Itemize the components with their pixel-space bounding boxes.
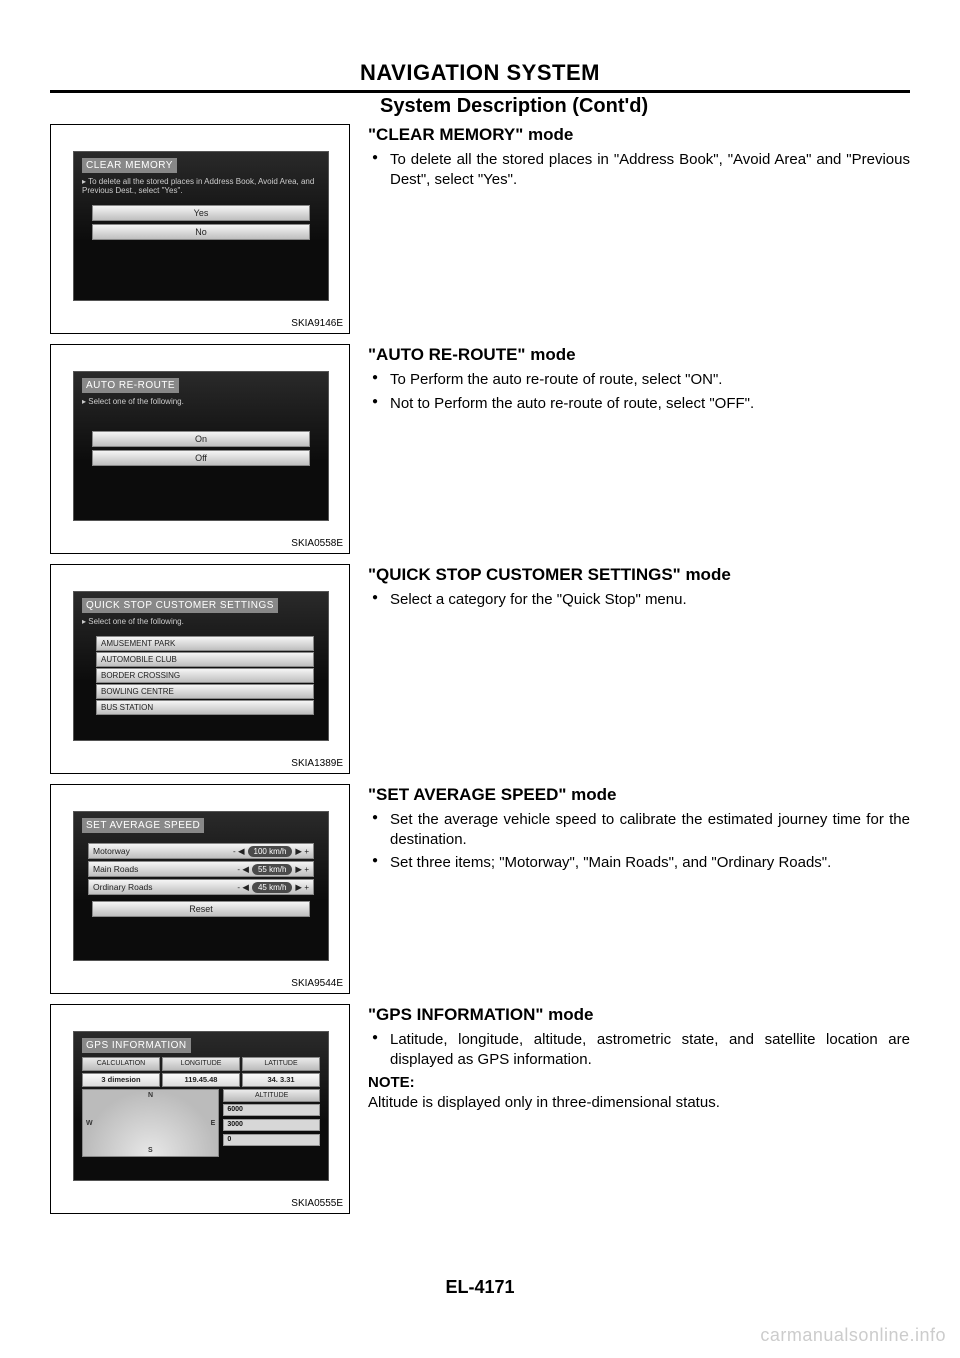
compass-w: W <box>86 1120 93 1127</box>
figure-code: SKIA0555E <box>291 1198 343 1209</box>
list-item[interactable]: AUTOMOBILE CLUB <box>96 652 314 667</box>
gps-value: 34. 3.31 <box>242 1073 320 1087</box>
compass-s: S <box>148 1147 153 1154</box>
content-area: CLEAR MEMORY ▸ To delete all the stored … <box>50 124 910 1224</box>
section-gps-info: "GPS INFORMATION" mode Latitude, longitu… <box>368 1004 910 1224</box>
watermark: carmanualsonline.info <box>760 1325 946 1346</box>
compass-n: N <box>148 1092 153 1099</box>
no-button[interactable]: No <box>92 224 310 240</box>
speed-value: 100 km/h <box>248 846 293 857</box>
screen-clear-memory: CLEAR MEMORY ▸ To delete all the stored … <box>73 151 329 301</box>
speed-row-ordinary[interactable]: Ordinary Roads - ◀45 km/h▶ + <box>88 879 314 895</box>
altitude-panel: ALTITUDE 6000 3000 0 <box>223 1089 320 1157</box>
page-subtitle: System Description (Cont'd) <box>380 95 910 118</box>
bullet-text: To delete all the stored places in "Addr… <box>368 150 910 189</box>
note-text: Altitude is displayed only in three-dime… <box>368 1093 910 1113</box>
section-heading: "SET AVERAGE SPEED" mode <box>368 784 910 806</box>
section-quick-stop: "QUICK STOP CUSTOMER SETTINGS" mode Sele… <box>368 564 910 784</box>
altitude-tick: 0 <box>223 1134 320 1146</box>
speed-value: 55 km/h <box>252 864 292 875</box>
row-label: Main Roads <box>93 862 138 876</box>
speed-row-main[interactable]: Main Roads - ◀55 km/h▶ + <box>88 861 314 877</box>
figure-gps-info: GPS INFORMATION CALCULATION LONGITUDE LA… <box>50 1004 350 1214</box>
reset-button[interactable]: Reset <box>92 901 310 917</box>
screen-quick-stop: QUICK STOP CUSTOMER SETTINGS ▸ Select on… <box>73 591 329 741</box>
figure-clear-memory: CLEAR MEMORY ▸ To delete all the stored … <box>50 124 350 334</box>
figure-quick-stop: QUICK STOP CUSTOMER SETTINGS ▸ Select on… <box>50 564 350 774</box>
gps-header: LONGITUDE <box>162 1057 240 1071</box>
gps-value: 119.45.48 <box>162 1073 240 1087</box>
screen-title: AUTO RE-ROUTE <box>82 378 179 393</box>
bullets: To Perform the auto re-route of route, s… <box>368 370 910 413</box>
screen-title: CLEAR MEMORY <box>82 158 177 173</box>
figure-auto-reroute: AUTO RE-ROUTE ▸ Select one of the follow… <box>50 344 350 554</box>
bullet-text: Select a category for the "Quick Stop" m… <box>368 590 910 610</box>
on-button[interactable]: On <box>92 431 310 447</box>
section-heading: "QUICK STOP CUSTOMER SETTINGS" mode <box>368 564 910 586</box>
note-label: NOTE: <box>368 1073 910 1093</box>
altitude-label: ALTITUDE <box>223 1089 320 1102</box>
satellite-dome: N S E W <box>82 1089 219 1157</box>
bullet-text: Set the average vehicle speed to calibra… <box>368 810 910 849</box>
section-clear-memory: "CLEAR MEMORY" mode To delete all the st… <box>368 124 910 344</box>
screen-title: SET AVERAGE SPEED <box>82 818 204 833</box>
section-heading: "AUTO RE-ROUTE" mode <box>368 344 910 366</box>
list-item[interactable]: BOWLING CENTRE <box>96 684 314 699</box>
altitude-tick: 3000 <box>223 1119 320 1131</box>
altitude-tick: 6000 <box>223 1104 320 1116</box>
speed-value: 45 km/h <box>252 882 292 893</box>
row-controls: - ◀45 km/h▶ + <box>237 880 309 895</box>
section-heading: "CLEAR MEMORY" mode <box>368 124 910 146</box>
bullet-text: Latitude, longitude, altitude, astrometr… <box>368 1030 910 1069</box>
speed-row-motorway[interactable]: Motorway - ◀100 km/h▶ + <box>88 843 314 859</box>
gps-header-row: CALCULATION LONGITUDE LATITUDE <box>82 1057 320 1071</box>
figures-column: CLEAR MEMORY ▸ To delete all the stored … <box>50 124 350 1224</box>
section-avg-speed: "SET AVERAGE SPEED" mode Set the average… <box>368 784 910 1004</box>
figure-code: SKIA1389E <box>291 758 343 769</box>
header-rule <box>50 90 910 93</box>
gps-value: 3 dimesion <box>82 1073 160 1087</box>
bullet-text: Not to Perform the auto re-route of rout… <box>368 394 910 414</box>
text-column: "CLEAR MEMORY" mode To delete all the st… <box>368 124 910 1224</box>
bullets: Select a category for the "Quick Stop" m… <box>368 590 910 610</box>
bullets: Set the average vehicle speed to calibra… <box>368 810 910 873</box>
gps-header: CALCULATION <box>82 1057 160 1071</box>
bullets: Latitude, longitude, altitude, astrometr… <box>368 1030 910 1069</box>
compass-e: E <box>211 1120 216 1127</box>
figure-avg-speed: SET AVERAGE SPEED Motorway - ◀100 km/h▶ … <box>50 784 350 994</box>
bullets: To delete all the stored places in "Addr… <box>368 150 910 189</box>
row-controls: - ◀55 km/h▶ + <box>237 862 309 877</box>
section-heading: "GPS INFORMATION" mode <box>368 1004 910 1026</box>
page-number: EL-4171 <box>0 1277 960 1298</box>
section-auto-reroute: "AUTO RE-ROUTE" mode To Perform the auto… <box>368 344 910 564</box>
gps-value-row: 3 dimesion 119.45.48 34. 3.31 <box>82 1073 320 1087</box>
screen-title: GPS INFORMATION <box>82 1038 191 1053</box>
row-controls: - ◀100 km/h▶ + <box>233 844 309 859</box>
screen-avg-speed: SET AVERAGE SPEED Motorway - ◀100 km/h▶ … <box>73 811 329 961</box>
screen-instruction: ▸ To delete all the stored places in Add… <box>82 177 320 195</box>
screen-instruction: ▸ Select one of the following. <box>82 397 320 406</box>
screen-instruction: ▸ Select one of the following. <box>82 617 320 626</box>
list-item[interactable]: BUS STATION <box>96 700 314 715</box>
list-item[interactable]: AMUSEMENT PARK <box>96 636 314 651</box>
bullet-text: Set three items; "Motorway", "Main Roads… <box>368 853 910 873</box>
bullet-text: To Perform the auto re-route of route, s… <box>368 370 910 390</box>
manual-page: NAVIGATION SYSTEM System Description (Co… <box>0 0 960 1358</box>
screen-auto-reroute: AUTO RE-ROUTE ▸ Select one of the follow… <box>73 371 329 521</box>
screen-gps-info: GPS INFORMATION CALCULATION LONGITUDE LA… <box>73 1031 329 1181</box>
figure-code: SKIA9146E <box>291 318 343 329</box>
figure-code: SKIA9544E <box>291 978 343 989</box>
list-item[interactable]: BORDER CROSSING <box>96 668 314 683</box>
row-label: Ordinary Roads <box>93 880 153 894</box>
figure-code: SKIA0558E <box>291 538 343 549</box>
yes-button[interactable]: Yes <box>92 205 310 221</box>
gps-lower: N S E W ALTITUDE 6000 3000 0 <box>82 1089 320 1157</box>
off-button[interactable]: Off <box>92 450 310 466</box>
row-label: Motorway <box>93 844 130 858</box>
gps-header: LATITUDE <box>242 1057 320 1071</box>
page-title: NAVIGATION SYSTEM <box>50 60 910 86</box>
screen-title: QUICK STOP CUSTOMER SETTINGS <box>82 598 278 613</box>
